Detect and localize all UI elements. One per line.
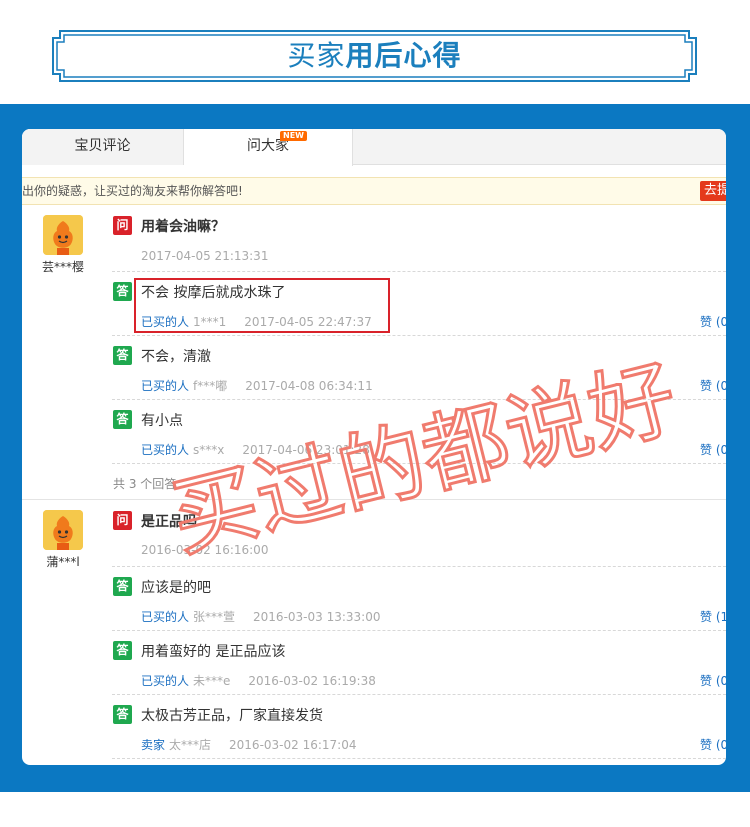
answer-role[interactable]: 已买的人 (141, 443, 189, 457)
like-button[interactable]: 赞 (0 (700, 736, 726, 753)
answer-meta: 已买的人 未***e 2016-03-02 16:19:38 (141, 672, 376, 689)
banner-title-normal: 买家 (287, 39, 346, 72)
question-text[interactable]: 是正品吗 (141, 511, 197, 531)
mascot-icon (43, 510, 83, 550)
answer-meta: 已买的人 f***嘟 2017-04-08 06:34:11 (141, 377, 373, 394)
notice-text: 出你的疑惑，让买过的淘友来帮你解答吧! (22, 184, 243, 198)
answer-time: 2016-03-02 16:17:04 (229, 738, 357, 752)
answer-user: 张***萱 (193, 610, 236, 624)
answer-text: 有小点 (141, 413, 183, 429)
answer-text: 用着蛮好的 是正品应该 (141, 644, 286, 660)
answer-icon: 答 (113, 346, 132, 365)
mascot-icon (43, 215, 83, 255)
answer-meta: 已买的人 张***萱 2016-03-03 13:33:00 (141, 608, 380, 625)
answer-role[interactable]: 已买的人 (141, 610, 189, 624)
answer-icon: 答 (113, 282, 132, 301)
answer-icon: 答 (113, 577, 132, 596)
question-icon: 问 (113, 511, 132, 530)
answer-icon: 答 (113, 705, 132, 724)
divider (112, 271, 726, 272)
answer-count[interactable]: 共 3 个回答 (113, 475, 176, 492)
banner-title-bold: 用后心得 (345, 39, 462, 72)
answer-time: 2017-04-08 06:34:11 (245, 379, 373, 393)
question-icon: 问 (113, 216, 132, 235)
answer-icon: 答 (113, 641, 132, 660)
answer-user: 未***e (193, 674, 231, 688)
answer-role[interactable]: 已买的人 (141, 379, 189, 393)
answer-time: 2016-03-02 16:19:38 (248, 674, 376, 688)
like-button[interactable]: 赞 (0 (700, 313, 726, 330)
divider (112, 463, 726, 464)
answer-meta: 已买的人 s***x 2017-04-06 23:01:28 (141, 441, 370, 458)
divider (112, 694, 726, 695)
section-banner: 买家用后心得 (52, 30, 697, 82)
tab-reviews[interactable]: 宝贝评论 (22, 129, 184, 165)
answer-user: f***嘟 (193, 379, 228, 393)
answer-user: 太***店 (169, 738, 212, 752)
tab-bar: 宝贝评论 问大家 NEW (22, 129, 726, 166)
answer-role[interactable]: 已买的人 (141, 674, 189, 688)
asker-name: 芸***樱 (41, 260, 84, 274)
answer-time: 2016-03-03 13:33:00 (253, 610, 381, 624)
answer-text: 不会，清澈 (141, 349, 211, 365)
divider (112, 630, 726, 631)
new-badge: NEW (280, 131, 307, 141)
answer-icon: 答 (113, 410, 132, 429)
answer-user: s***x (193, 443, 225, 457)
like-button[interactable]: 赞 (1 (700, 608, 726, 625)
like-button[interactable]: 赞 (0 (700, 377, 726, 394)
page: 买家用后心得 宝贝评论 问大家 NEW 出你的疑惑，让买过的淘友来帮你解答吧! … (0, 0, 750, 827)
avatar (43, 215, 83, 255)
question-text[interactable]: 用着会油嘛？ (141, 216, 225, 236)
question-time: 2017-04-05 21:13:31 (141, 249, 269, 263)
banner-title: 买家用后心得 (52, 30, 697, 82)
answer-text: 太极古芳正品，厂家直接发货 (141, 708, 323, 724)
divider (112, 566, 726, 567)
highlight-box (134, 278, 390, 333)
divider (112, 399, 726, 400)
tab-ask[interactable]: 问大家 (184, 129, 353, 166)
divider (112, 335, 726, 336)
question-time: 2016-03-02 16:16:00 (141, 543, 269, 557)
answer-role[interactable]: 卖家 (141, 738, 165, 752)
asker-name: 蒲***l (46, 555, 80, 569)
avatar (43, 510, 83, 550)
divider (112, 758, 726, 759)
like-button[interactable]: 赞 (0 (700, 672, 726, 689)
qa-card: 宝贝评论 问大家 NEW 出你的疑惑，让买过的淘友来帮你解答吧! 去提 芸***… (22, 129, 726, 765)
like-button[interactable]: 赞 (0 (700, 441, 726, 458)
notice-bar: 出你的疑惑，让买过的淘友来帮你解答吧! 去提 (22, 177, 726, 205)
thread-divider (22, 499, 726, 500)
answer-time: 2017-04-06 23:01:28 (242, 443, 370, 457)
answer-text: 应该是的吧 (141, 580, 211, 596)
ask-question-button[interactable]: 去提 (700, 181, 726, 201)
answer-meta: 卖家 太***店 2016-03-02 16:17:04 (141, 736, 356, 753)
